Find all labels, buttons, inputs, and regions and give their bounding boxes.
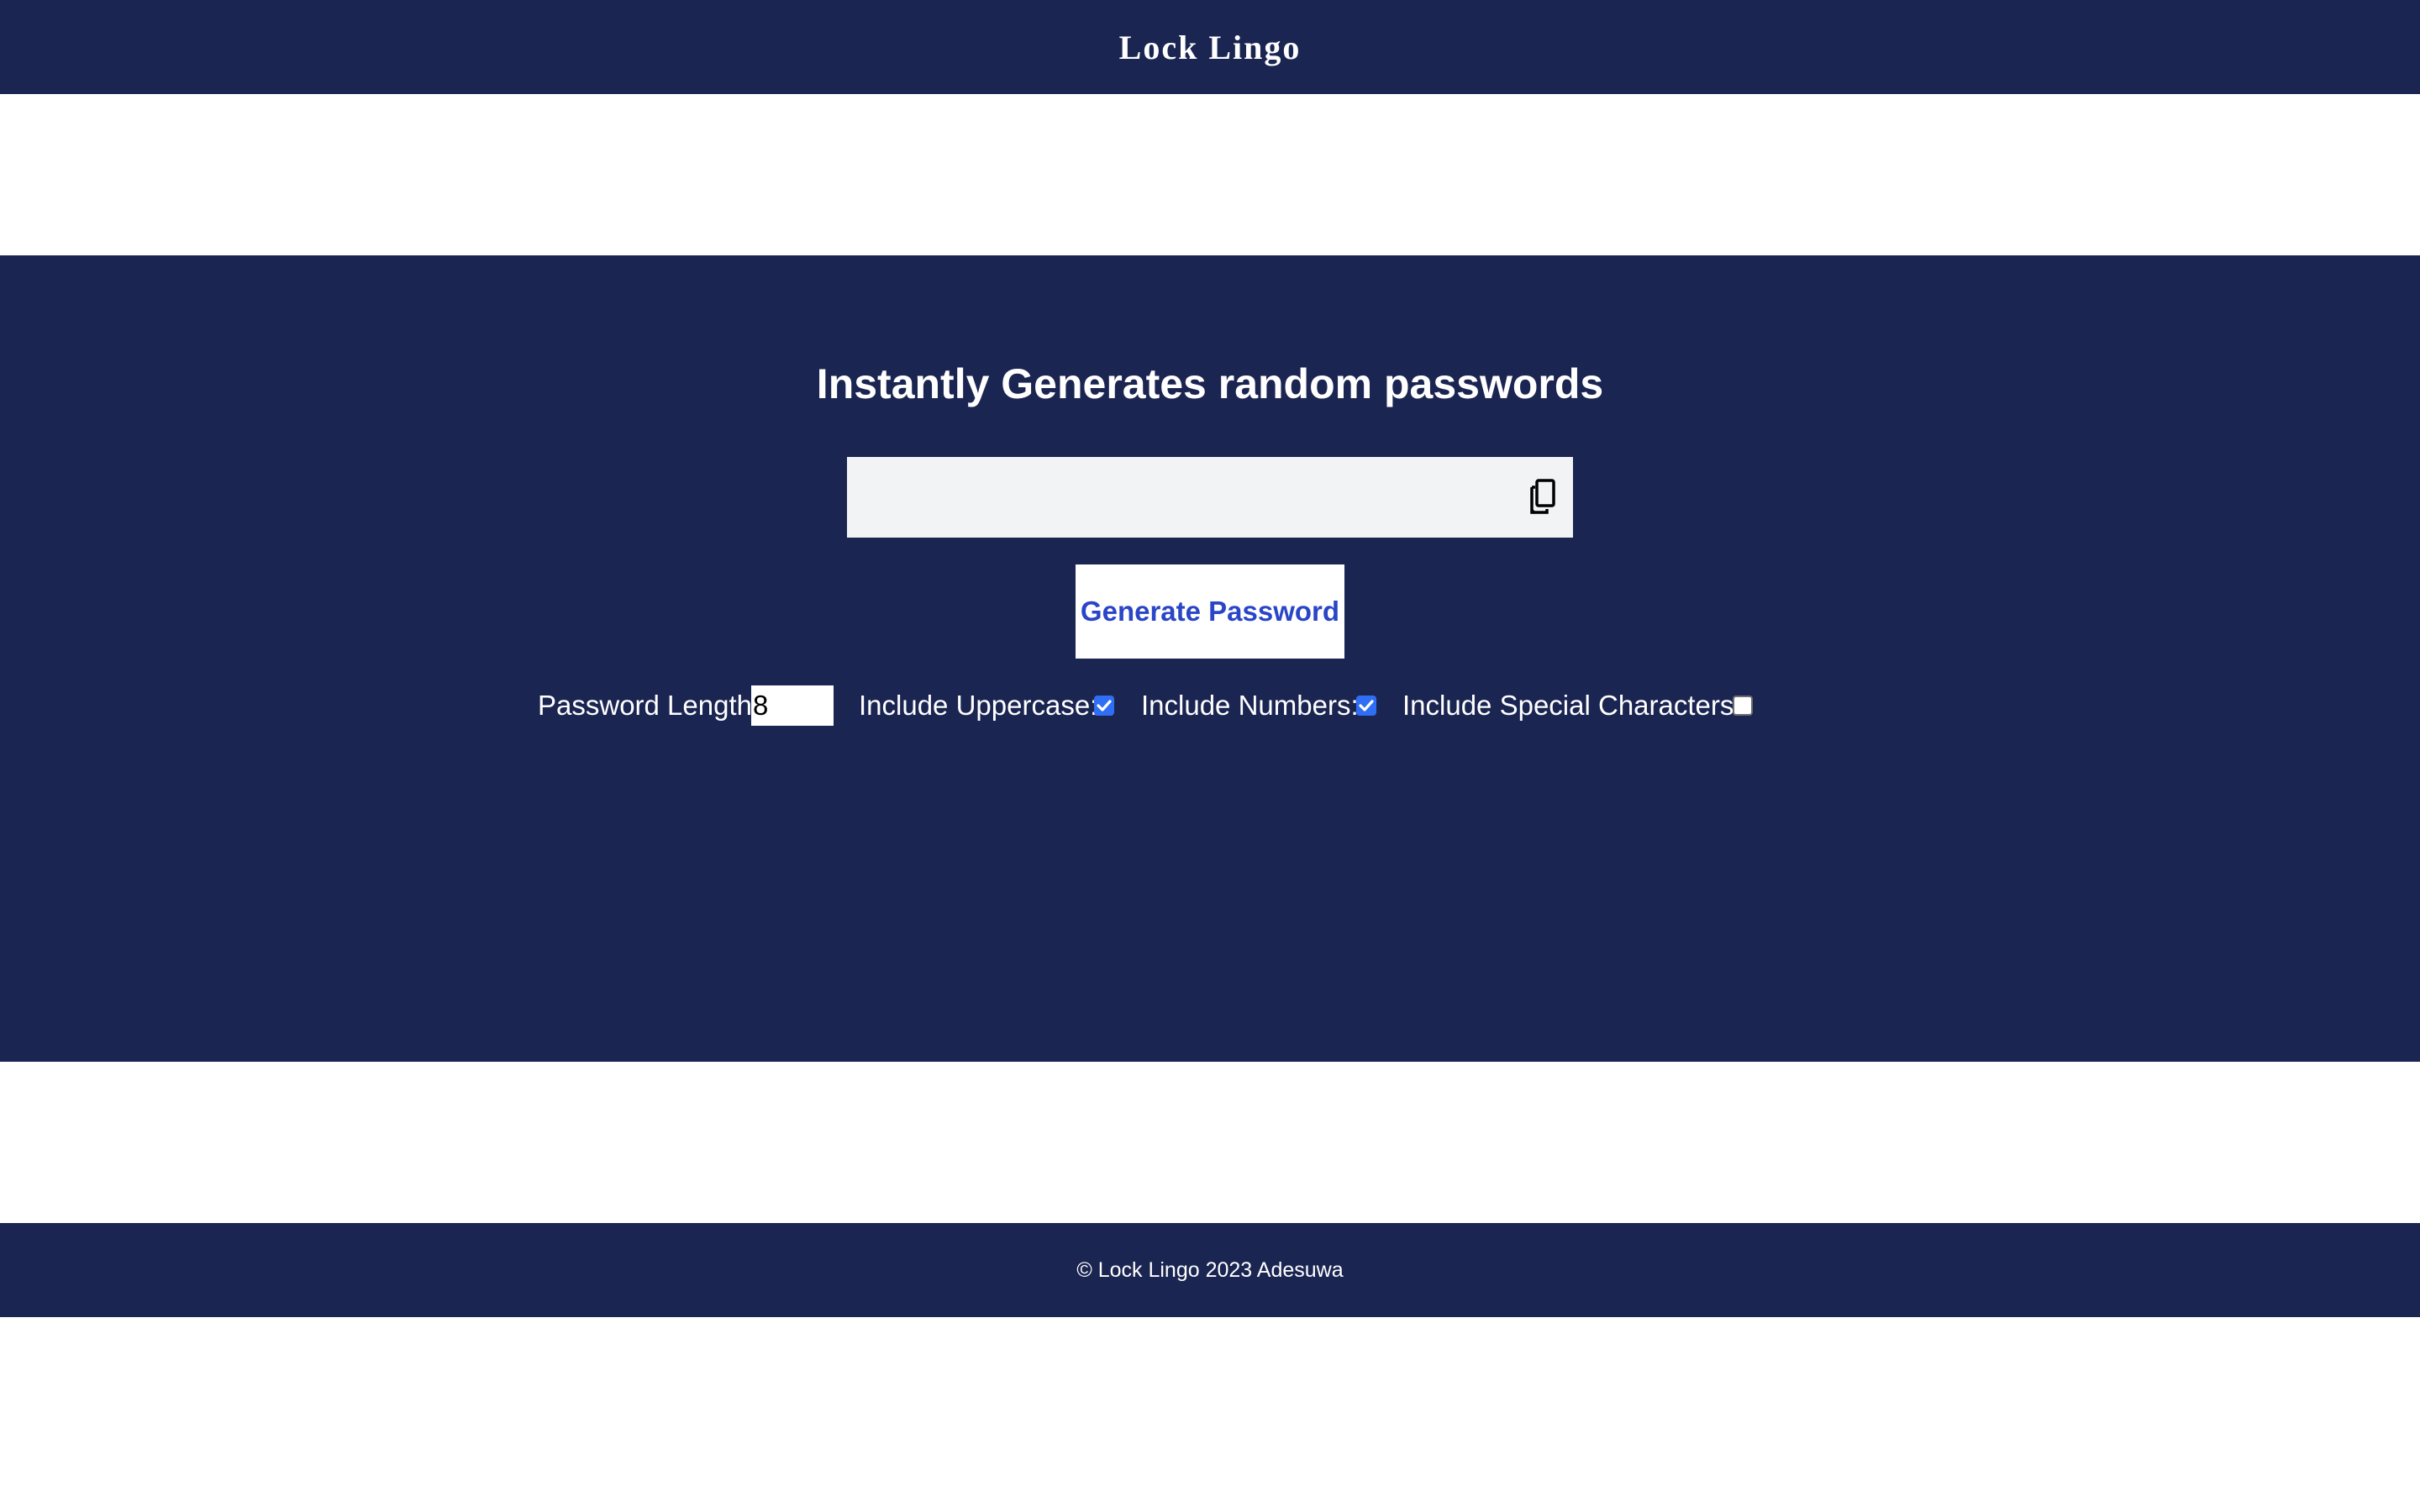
generate-password-button[interactable]: Generate Password [1076,564,1344,659]
numbers-label: Include Numbers: [1141,690,1359,721]
special-checkbox[interactable] [1733,696,1753,716]
footer-copyright: © Lock Lingo 2023 Adesuwa [1076,1257,1344,1282]
password-output-box [847,457,1573,538]
site-header: Lock Lingo [0,0,2420,94]
numbers-checkbox[interactable] [1356,696,1376,716]
site-footer: © Lock Lingo 2023 Adesuwa [0,1223,2420,1317]
length-input[interactable] [751,685,834,726]
special-label: Include Special Characters: [1402,690,1742,721]
brand-title: Lock Lingo [1118,28,1302,66]
page-heading: Instantly Generates random passwords [816,360,1604,407]
password-options: Password Length: Include Uppercase: Incl… [0,684,2420,727]
password-output-field[interactable] [847,457,1486,538]
length-label: Password Length: [538,690,760,721]
uppercase-label: Include Uppercase: [859,690,1098,721]
copy-icon[interactable] [1523,475,1566,519]
uppercase-checkbox[interactable] [1094,696,1114,716]
